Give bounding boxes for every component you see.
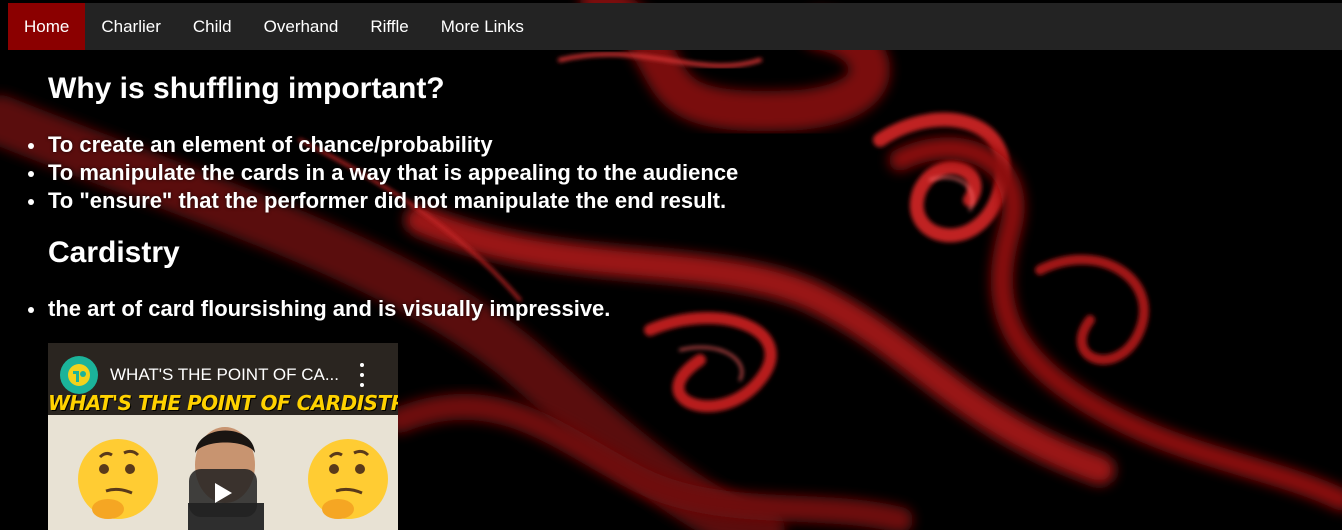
nav-overhand[interactable]: Overhand (248, 3, 355, 50)
nav-charlier[interactable]: Charlier (85, 3, 177, 50)
list-item: To "ensure" that the performer did not m… (27, 187, 738, 215)
nav-more-links[interactable]: More Links (425, 3, 540, 50)
why-heading: Why is shuffling important? (48, 72, 445, 105)
cardistry-list: the art of card floursishing and is visu… (27, 295, 611, 323)
top-navbar: Home Charlier Child Overhand Riffle More… (8, 3, 1342, 50)
nav-child[interactable]: Child (177, 3, 248, 50)
thinking-emoji-left-icon (78, 439, 158, 519)
youtube-play-icon[interactable] (189, 469, 257, 517)
channel-avatar-icon[interactable] (60, 356, 98, 394)
list-item: To manipulate the cards in a way that is… (27, 160, 739, 185)
kebab-menu-icon[interactable] (356, 363, 368, 387)
nav-riffle[interactable]: Riffle (354, 3, 424, 50)
nav-home[interactable]: Home (8, 3, 86, 50)
youtube-video-embed[interactable]: WHAT'S THE POINT OF CARDISTRY WHAT'S THE… (48, 343, 398, 530)
video-title[interactable]: WHAT'S THE POINT OF CA... (110, 365, 350, 385)
thumbnail-banner-text: WHAT'S THE POINT OF CARDISTRY (48, 391, 398, 415)
thinking-emoji-right-icon (308, 439, 388, 519)
why-list: To create an element of chance/probabili… (27, 131, 739, 215)
cardistry-heading: Cardistry (48, 236, 180, 269)
list-item: To create an element of chance/probabili… (27, 131, 738, 159)
list-item: the art of card floursishing and is visu… (27, 296, 611, 321)
